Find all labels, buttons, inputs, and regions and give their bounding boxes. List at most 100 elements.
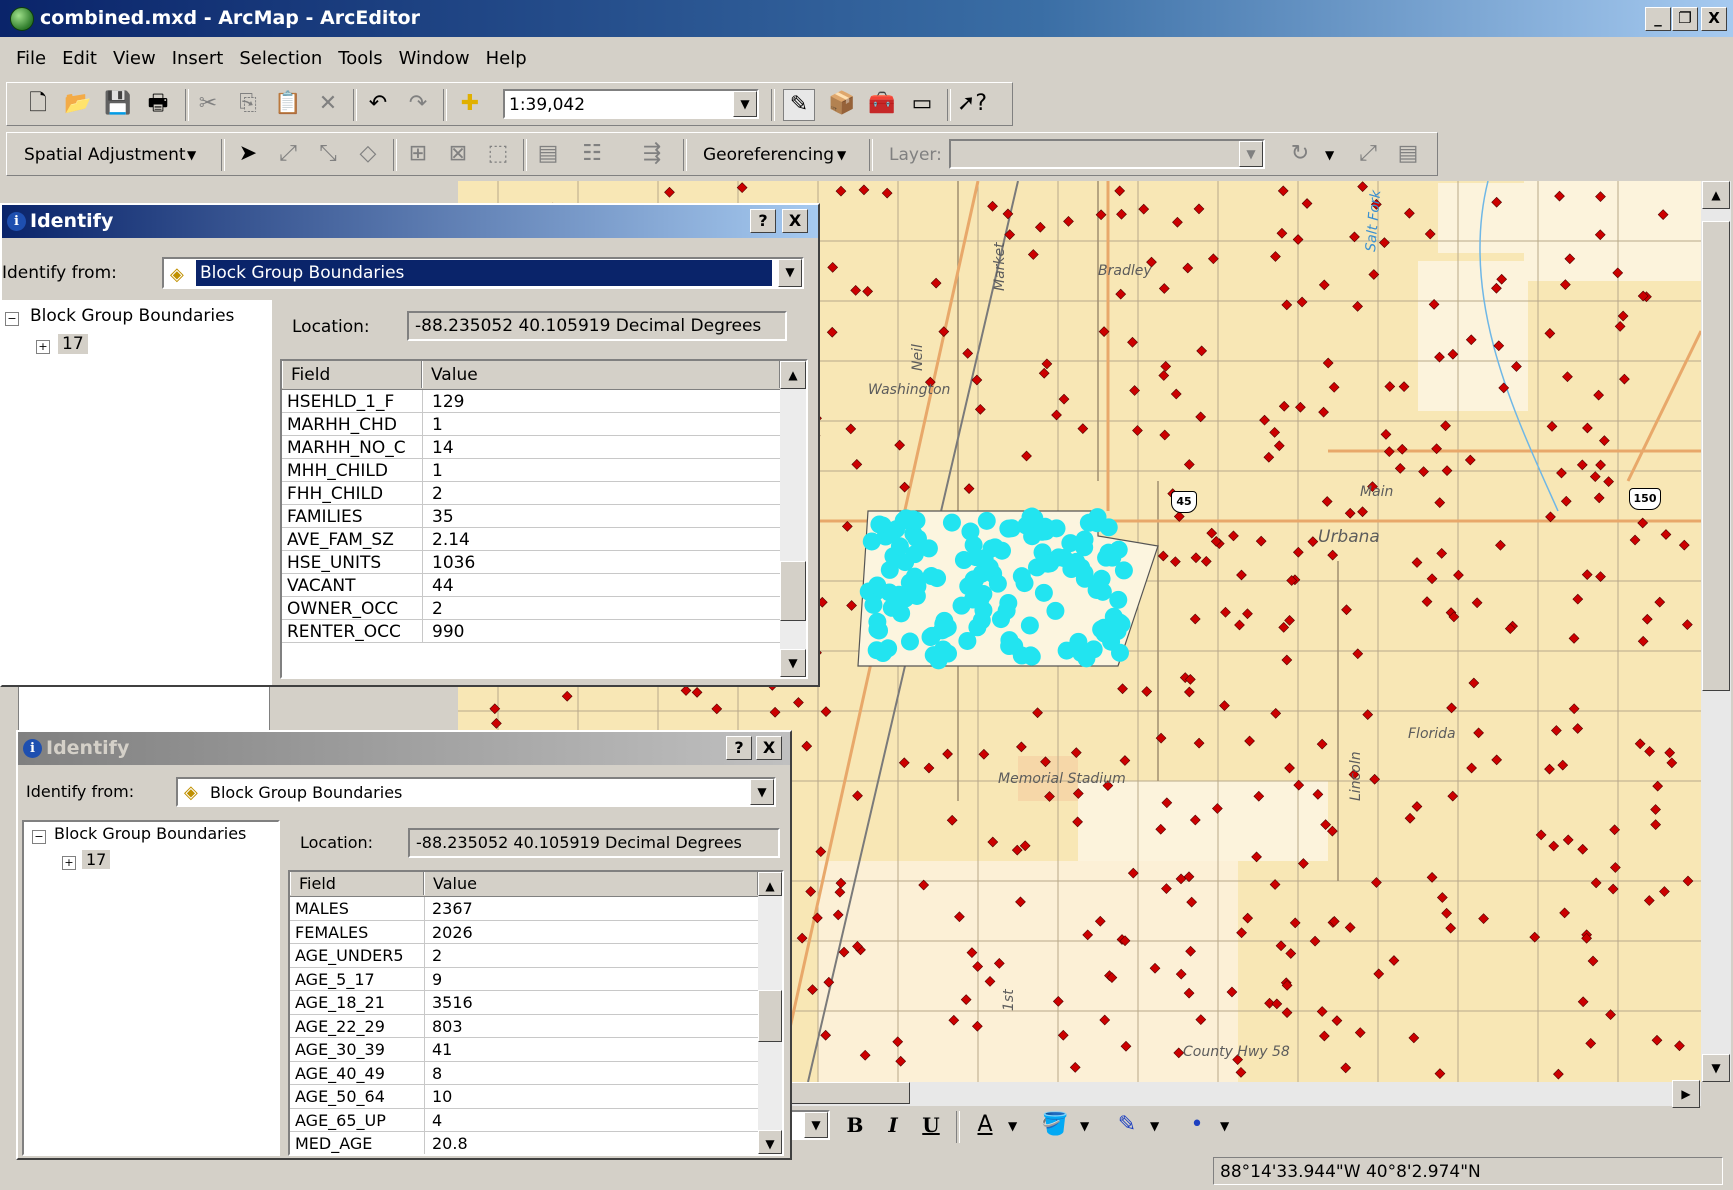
value-column-header[interactable]: Value	[424, 872, 758, 895]
identify-window-2[interactable]: i Identify ? X Identify from: ◈ Block Gr…	[16, 730, 792, 1160]
menu-file[interactable]: File	[8, 40, 54, 69]
menu-edit[interactable]: Edit	[54, 40, 105, 69]
scroll-up-arrow-icon[interactable]: ▲	[758, 872, 782, 896]
identify-results-tree[interactable]: − Block Group Boundaries + 17	[0, 300, 272, 685]
help-button[interactable]: ?	[726, 736, 752, 760]
identify-attributes-grid[interactable]: Field Value MALES 2367 FEMALES 2026 AGE_UNDE…	[288, 870, 784, 1156]
identify-from-select[interactable]: ◈ Block Group Boundaries ▼	[162, 257, 804, 289]
table-row[interactable]: AGE_65_UP 4	[290, 1108, 758, 1132]
redo-icon[interactable]: ↷	[403, 89, 433, 119]
restore-button[interactable]: ❐	[1672, 7, 1698, 31]
font-color-icon[interactable]: A	[970, 1110, 1000, 1140]
table-row[interactable]: MARHH_NO_C 14	[282, 436, 780, 459]
print-icon[interactable]: 🖶	[143, 89, 173, 119]
table-row[interactable]: AGE_50_64 10	[290, 1085, 758, 1109]
scroll-down-arrow-icon[interactable]: ▼	[780, 649, 806, 677]
view-link-table-icon[interactable]: ▤	[1393, 139, 1423, 169]
expand-tree-icon[interactable]: +	[36, 340, 50, 354]
table-row[interactable]: HSE_UNITS 1036	[282, 551, 780, 574]
table-row[interactable]: FHH_CHILD 2	[282, 482, 780, 505]
menu-view[interactable]: View	[105, 40, 164, 69]
table-row[interactable]: FAMILIES 35	[282, 505, 780, 528]
scrollbar-thumb[interactable]	[780, 561, 806, 621]
table-row[interactable]: MHH_CHILD 1	[282, 459, 780, 482]
command-line-icon[interactable]: ▭	[907, 89, 937, 119]
close-button[interactable]: X	[1701, 7, 1727, 31]
collapse-tree-icon[interactable]: −	[5, 312, 19, 326]
arctoolbox-icon[interactable]: 🧰	[867, 89, 897, 119]
font-size-combo[interactable]: ▼	[790, 1110, 830, 1140]
menu-help[interactable]: Help	[478, 40, 535, 69]
chevron-down-icon[interactable]: ▼	[733, 91, 757, 117]
chevron-down-icon[interactable]: ▼	[187, 148, 196, 162]
chevron-down-icon[interactable]: ▼	[1080, 1119, 1089, 1133]
table-row[interactable]: HSEHLD_1_F 129	[282, 390, 780, 413]
table-row[interactable]: FEMALES 2026	[290, 920, 758, 944]
menu-window[interactable]: Window	[391, 40, 478, 69]
identify-attributes-grid[interactable]: Field Value HSEHLD_1_F 129 MARHH_CHD 1 MARHH…	[280, 359, 808, 679]
modify-link-icon[interactable]: ⤡	[313, 139, 343, 169]
table-row[interactable]: VACANT 44	[282, 574, 780, 597]
chevron-down-icon[interactable]: ▼	[1239, 141, 1263, 167]
georeferencing-menu[interactable]: Georeferencing	[703, 145, 834, 165]
add-data-icon[interactable]: ✚	[455, 89, 485, 119]
italic-button[interactable]: I	[878, 1110, 908, 1140]
table-row[interactable]: AGE_40_49 8	[290, 1061, 758, 1085]
scrollbar-thumb[interactable]	[790, 1082, 910, 1104]
new-displacement-link-icon[interactable]: ⤢	[273, 139, 303, 169]
adjustment-preview-icon[interactable]: ☷	[577, 139, 607, 169]
scroll-up-arrow-icon[interactable]: ▲	[780, 361, 806, 389]
new-identity-link-icon[interactable]: ⊞	[403, 139, 433, 169]
identify-results-tree[interactable]: − Block Group Boundaries + 17	[22, 820, 280, 1156]
save-icon[interactable]: 💾	[103, 89, 133, 119]
menu-insert[interactable]: Insert	[164, 40, 232, 69]
identify-from-select[interactable]: ◈ Block Group Boundaries ▼	[176, 777, 776, 807]
table-row[interactable]: AGE_30_39 41	[290, 1038, 758, 1062]
menu-tools[interactable]: Tools	[330, 40, 390, 69]
map-vertical-scrollbar[interactable]: ▲ ▼	[1701, 181, 1731, 1082]
table-row[interactable]: AGE_18_21 3516	[290, 991, 758, 1015]
rotate-icon[interactable]: ↻	[1285, 139, 1315, 169]
close-button[interactable]: X	[782, 209, 808, 233]
editor-toolbar-icon[interactable]: ✎	[783, 89, 815, 121]
identify-window-1[interactable]: i Identify ? X Identify from: ◈ Block Gr…	[0, 203, 820, 687]
bold-button[interactable]: B	[840, 1110, 870, 1140]
spatial-adjustment-menu[interactable]: Spatial Adjustment	[24, 145, 186, 165]
chevron-down-icon[interactable]: ▼	[1150, 1119, 1159, 1133]
cut-icon[interactable]: ✂	[193, 89, 223, 119]
table-row[interactable]: AGE_22_29 803	[290, 1014, 758, 1038]
edge-match-icon[interactable]: ⇶	[637, 139, 667, 169]
value-column-header[interactable]: Value	[422, 361, 780, 388]
paste-icon[interactable]: 📋	[273, 89, 303, 119]
expand-tree-icon[interactable]: +	[62, 856, 76, 870]
fill-color-icon[interactable]: 🪣	[1040, 1110, 1070, 1140]
whats-this-help-icon[interactable]: ➚?	[957, 89, 987, 119]
delete-icon[interactable]: ✕	[313, 89, 343, 119]
tree-child-label[interactable]: 17	[58, 334, 88, 354]
scrollbar-thumb[interactable]	[1702, 221, 1730, 691]
underline-button[interactable]: U	[916, 1110, 946, 1140]
minimize-button[interactable]: _	[1645, 7, 1671, 31]
field-column-header[interactable]: Field	[282, 361, 422, 388]
grid-scrollbar[interactable]: ▲ ▼	[758, 872, 782, 1154]
chevron-down-icon[interactable]: ▼	[1008, 1119, 1017, 1133]
map-horizontal-scrollbar[interactable]: ▶	[790, 1080, 1701, 1108]
chevron-down-icon[interactable]: ▼	[837, 148, 846, 162]
scroll-up-arrow-icon[interactable]: ▲	[1702, 181, 1730, 209]
line-color-icon[interactable]: ✎	[1112, 1110, 1142, 1140]
chevron-down-icon[interactable]: ▼	[1220, 1119, 1229, 1133]
close-button[interactable]: X	[756, 736, 782, 760]
grid-scrollbar[interactable]: ▲ ▼	[780, 361, 806, 677]
undo-icon[interactable]: ↶	[363, 89, 393, 119]
chevron-down-icon[interactable]: ▼	[1325, 148, 1334, 162]
tree-root-label[interactable]: Block Group Boundaries	[30, 306, 234, 326]
clear-limited-adjustment-area-icon[interactable]: ⬚	[483, 139, 513, 169]
scroll-right-arrow-icon[interactable]: ▶	[1672, 1080, 1700, 1108]
table-row[interactable]: AGE_UNDER5 2	[290, 944, 758, 968]
tree-child-label[interactable]: 17	[82, 850, 111, 869]
table-row[interactable]: AGE_5_17 9	[290, 967, 758, 991]
chevron-down-icon[interactable]: ▼	[750, 779, 774, 805]
scroll-down-arrow-icon[interactable]: ▼	[1702, 1054, 1730, 1082]
map-scale-combo[interactable]: 1:39,042 ▼	[503, 89, 759, 119]
chevron-down-icon[interactable]: ▼	[778, 259, 802, 287]
